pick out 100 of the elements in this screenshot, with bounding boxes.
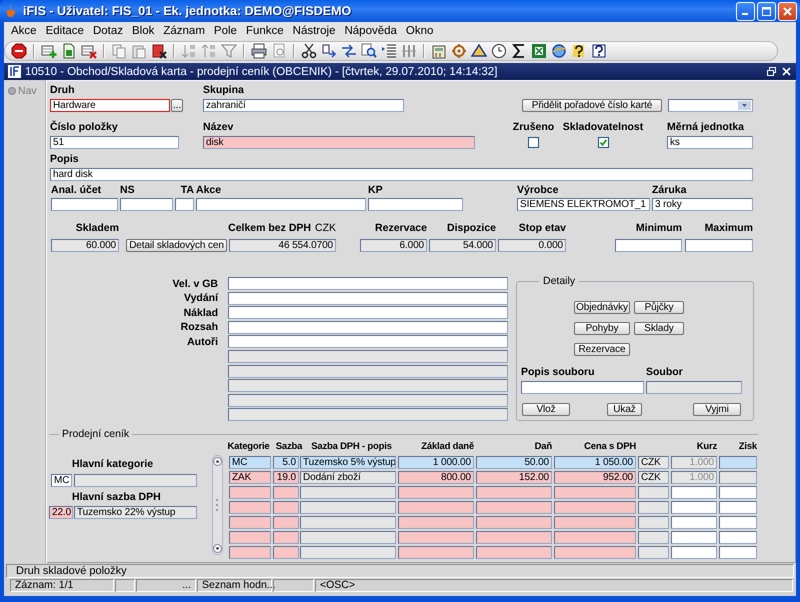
clock-icon[interactable]	[491, 43, 507, 59]
input-field[interactable]: 51	[50, 136, 179, 149]
input-field[interactable]: 22.0	[49, 506, 73, 519]
menu-item[interactable]: Pole	[210, 25, 241, 37]
search-icon[interactable]	[361, 43, 377, 59]
minimize-button[interactable]	[736, 2, 755, 20]
menu-item[interactable]: Editace	[42, 25, 88, 37]
menu-item[interactable]: Blok	[128, 25, 158, 37]
input-field[interactable]	[228, 394, 508, 407]
input-field[interactable]	[228, 364, 508, 378]
input-field[interactable]	[228, 350, 508, 363]
restore-button[interactable]	[765, 65, 778, 78]
input-field[interactable]	[74, 474, 197, 487]
action-button[interactable]: Vyjmi	[693, 403, 741, 416]
input-field[interactable]	[615, 239, 682, 252]
assign-number-button[interactable]: Přidělit pořadové číslo karté	[522, 99, 662, 112]
calculator-icon[interactable]	[431, 43, 447, 59]
radio-icon[interactable]	[8, 87, 16, 95]
table-cell[interactable]: ZAK	[229, 470, 271, 484]
scroll-up-icon[interactable]	[213, 456, 222, 466]
action-button[interactable]: Objednávky	[574, 300, 630, 314]
copy-icon[interactable]	[111, 43, 127, 59]
input-field[interactable]: 0.000	[498, 239, 566, 252]
table-cell[interactable]: CZK	[638, 456, 669, 469]
action-button[interactable]: Vlož	[522, 403, 570, 416]
stock-prices-button[interactable]: Detail skladových cen	[126, 239, 227, 252]
input-field[interactable]	[368, 198, 463, 211]
action-button[interactable]: Ukaž	[607, 403, 642, 416]
grip-icon[interactable]	[216, 498, 219, 511]
table-cell[interactable]: Dodání zboží	[300, 470, 396, 484]
action-button[interactable]: Půjčky	[634, 300, 684, 314]
menu-item[interactable]: Dotaz	[88, 25, 127, 37]
input-field[interactable]: disk	[203, 136, 475, 149]
action-button[interactable]: Rezervace	[574, 342, 630, 356]
table-cell[interactable]: MC	[229, 456, 271, 469]
sum-icon[interactable]	[511, 43, 527, 59]
document-icon[interactable]	[61, 43, 77, 59]
close-icon[interactable]	[782, 6, 793, 16]
action-button[interactable]: Sklady	[634, 322, 684, 334]
arrows-icon[interactable]	[341, 43, 357, 59]
input-field[interactable]	[196, 198, 366, 211]
scroll-down-icon[interactable]	[213, 544, 222, 553]
menu-item[interactable]: Nápověda	[340, 25, 401, 37]
table-cell[interactable]: 19.0	[273, 470, 299, 484]
lookup-button[interactable]: ...	[171, 99, 183, 112]
input-field[interactable]: Tuzemsko 22% výstup	[74, 506, 197, 519]
table-cell[interactable]	[719, 456, 757, 469]
input-field[interactable]: hard disk	[50, 168, 753, 181]
sort-descending-icon[interactable]	[201, 43, 217, 59]
table-cell[interactable]	[719, 470, 757, 484]
browser-icon[interactable]	[551, 43, 567, 59]
columns-icon[interactable]	[401, 43, 417, 59]
input-field[interactable]: SIEMENS ELEKTROMOT_1	[517, 198, 650, 211]
spreadsheet-icon[interactable]	[531, 43, 547, 59]
input-field[interactable]	[228, 292, 508, 305]
menu-item[interactable]: Funkce	[242, 25, 288, 37]
table-cell[interactable]: 50.00	[476, 456, 552, 469]
table-cell[interactable]: 152.00	[476, 470, 552, 484]
menu-item[interactable]: Nástroje	[288, 25, 340, 37]
help-icon[interactable]	[571, 43, 587, 59]
scrollbar[interactable]	[212, 454, 223, 555]
table-cell[interactable]: 5.0	[273, 456, 299, 469]
input-field[interactable]: 6.000	[360, 239, 427, 252]
menu-item[interactable]: Záznam	[159, 25, 209, 37]
input-field[interactable]	[521, 381, 644, 394]
maximize-button[interactable]	[757, 2, 776, 20]
table-cell[interactable]: 1 050.00	[554, 456, 636, 469]
input-field[interactable]	[646, 381, 742, 394]
exit-icon[interactable]	[11, 43, 27, 59]
input-field[interactable]: 3 roky	[652, 198, 753, 211]
input-field[interactable]: 60.000	[51, 239, 119, 252]
add-row-icon[interactable]	[41, 43, 57, 59]
table-cell[interactable]: 800.00	[398, 470, 474, 484]
input-field[interactable]	[175, 198, 194, 211]
input-field[interactable]	[685, 239, 753, 252]
input-field[interactable]	[120, 198, 173, 211]
maximize-icon[interactable]	[761, 6, 772, 16]
input-field[interactable]	[228, 320, 508, 334]
close-button[interactable]	[780, 65, 793, 78]
checkbox[interactable]	[598, 137, 608, 148]
filter-icon[interactable]	[221, 43, 237, 59]
delete-row-icon[interactable]	[81, 43, 97, 59]
input-field[interactable]: MC	[51, 474, 72, 487]
input-field[interactable]	[228, 335, 508, 348]
checkbox[interactable]	[528, 137, 539, 148]
sort-ascending-icon[interactable]	[181, 43, 197, 59]
menu-item[interactable]: Akce	[7, 25, 41, 37]
input-field[interactable]	[228, 379, 508, 392]
scissors-icon[interactable]	[301, 43, 317, 59]
input-field[interactable]	[228, 306, 508, 320]
table-cell[interactable]: 1 000.00	[398, 456, 474, 469]
input-field[interactable]: Hardware	[50, 99, 170, 112]
table-cell[interactable]: 952.00	[554, 470, 636, 484]
gear-icon[interactable]	[451, 43, 467, 59]
action-button[interactable]: Pohyby	[574, 322, 630, 334]
input-field[interactable]: ks	[667, 136, 753, 149]
context-help-icon[interactable]	[591, 43, 607, 59]
clear-icon[interactable]	[151, 43, 167, 59]
input-field[interactable]: 54.000	[429, 239, 496, 252]
input-field[interactable]	[228, 408, 508, 422]
